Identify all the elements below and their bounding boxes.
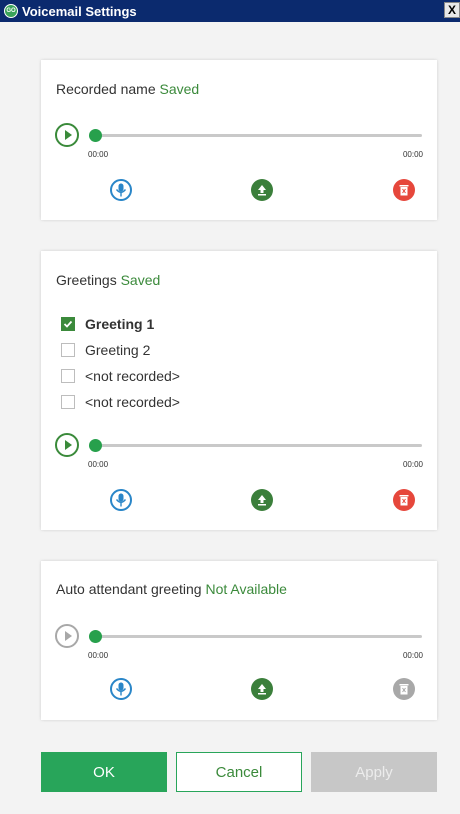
auto-attendant-status: Not Available (205, 581, 287, 597)
checkbox[interactable] (61, 343, 75, 357)
play-button (55, 624, 79, 648)
checkbox[interactable] (61, 369, 75, 383)
play-icon (64, 631, 72, 641)
apply-button: Apply (311, 752, 437, 792)
greeting-label: <not recorded> (85, 368, 180, 384)
ok-button[interactable]: OK (41, 752, 167, 792)
window-title: Voicemail Settings (22, 3, 137, 19)
greeting-label: Greeting 1 (85, 316, 155, 332)
recorded-name-player: 00:00 00:00 (55, 123, 423, 163)
recorded-name-status: Saved (159, 81, 200, 97)
progress-knob[interactable] (89, 439, 102, 452)
trash-icon (399, 684, 409, 695)
upload-button[interactable] (251, 678, 273, 700)
app-logo-icon: GO (4, 4, 18, 18)
progress-knob (89, 630, 102, 643)
time-elapsed: 00:00 (88, 460, 109, 469)
greeting-option[interactable]: <not recorded> (61, 389, 180, 415)
progress-knob[interactable] (89, 129, 102, 142)
check-icon (63, 320, 73, 328)
recorded-name-label: Recorded name (56, 81, 156, 97)
greeting-option[interactable]: Greeting 2 (61, 337, 180, 363)
time-elapsed: 00:00 (88, 651, 109, 660)
microphone-icon (115, 493, 127, 507)
auto-attendant-title: Auto attendant greeting Not Available (56, 581, 287, 597)
greetings-status: Saved (120, 272, 161, 288)
auto-attendant-panel: Auto attendant greeting Not Available 00… (41, 561, 437, 720)
greetings-label: Greetings (56, 272, 117, 288)
greeting-label: <not recorded> (85, 394, 180, 410)
upload-button[interactable] (251, 179, 273, 201)
upload-button[interactable] (251, 489, 273, 511)
record-button[interactable] (110, 489, 132, 511)
greetings-title: Greetings Saved (56, 272, 160, 288)
delete-button[interactable] (393, 179, 415, 201)
time-total: 00:00 (402, 460, 423, 469)
time-total: 00:00 (402, 651, 423, 660)
play-button[interactable] (55, 433, 79, 457)
recorded-name-panel: Recorded name Saved 00:00 00:00 (41, 60, 437, 220)
title-bar: GO Voicemail Settings X (0, 0, 460, 22)
progress-track[interactable] (89, 134, 422, 137)
cancel-button[interactable]: Cancel (176, 752, 302, 792)
checkbox[interactable] (61, 395, 75, 409)
trash-icon (399, 185, 409, 196)
auto-attendant-label: Auto attendant greeting (56, 581, 202, 597)
delete-button[interactable] (393, 489, 415, 511)
time-elapsed: 00:00 (88, 150, 109, 159)
play-icon (64, 440, 72, 450)
record-button[interactable] (110, 678, 132, 700)
close-button[interactable]: X (444, 2, 460, 18)
play-icon (64, 130, 72, 140)
checkbox[interactable] (61, 317, 75, 331)
greetings-player: 00:00 00:00 (55, 433, 423, 473)
delete-button (393, 678, 415, 700)
greeting-label: Greeting 2 (85, 342, 151, 358)
upload-icon (258, 684, 266, 695)
microphone-icon (115, 183, 127, 197)
upload-icon (258, 495, 266, 506)
progress-track (89, 635, 422, 638)
greeting-option[interactable]: Greeting 1 (61, 311, 180, 337)
microphone-icon (115, 682, 127, 696)
record-button[interactable] (110, 179, 132, 201)
greeting-list: Greeting 1 Greeting 2 <not recorded> <no… (61, 311, 180, 415)
greeting-option[interactable]: <not recorded> (61, 363, 180, 389)
recorded-name-title: Recorded name Saved (56, 81, 199, 97)
trash-icon (399, 495, 409, 506)
upload-icon (258, 185, 266, 196)
greetings-panel: Greetings Saved Greeting 1 Greeting 2 <n… (41, 251, 437, 530)
progress-track[interactable] (89, 444, 422, 447)
auto-attendant-player: 00:00 00:00 (55, 624, 423, 664)
time-total: 00:00 (402, 150, 423, 159)
play-button[interactable] (55, 123, 79, 147)
